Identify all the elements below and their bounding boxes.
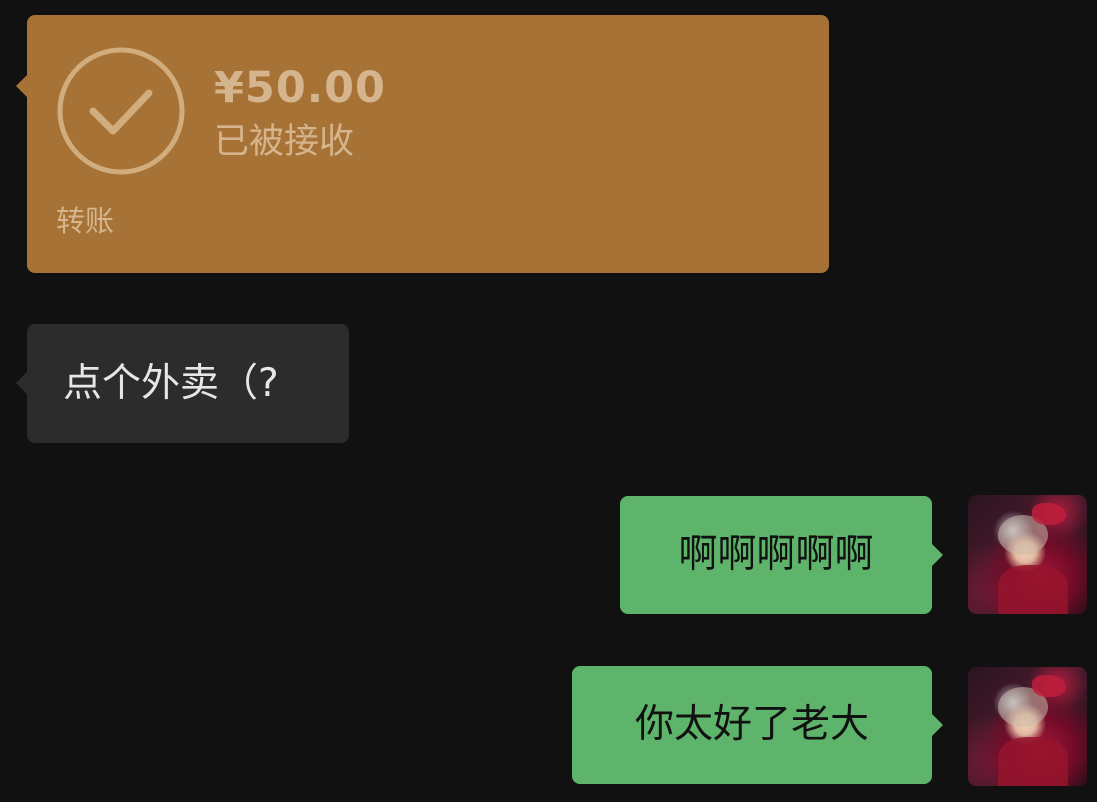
check-circle-icon bbox=[57, 47, 185, 175]
transfer-amount: ¥50.00 bbox=[214, 63, 386, 113]
transfer-card[interactable]: ¥50.00 已被接收 转账 bbox=[16, 15, 829, 273]
avatar[interactable] bbox=[968, 495, 1087, 614]
avatar[interactable] bbox=[968, 667, 1087, 786]
outgoing-message-bubble[interactable]: 啊啊啊啊啊 bbox=[620, 496, 943, 614]
transfer-label: 转账 bbox=[56, 204, 115, 238]
incoming-message-bubble[interactable]: 点个外卖（? bbox=[16, 324, 349, 443]
message-text: 你太好了老大 bbox=[634, 702, 869, 747]
message-text: 点个外卖（? bbox=[63, 361, 279, 406]
transfer-status: 已被接收 bbox=[214, 122, 355, 162]
message-text: 啊啊啊啊啊 bbox=[678, 532, 874, 577]
outgoing-message-bubble[interactable]: 你太好了老大 bbox=[572, 666, 943, 784]
